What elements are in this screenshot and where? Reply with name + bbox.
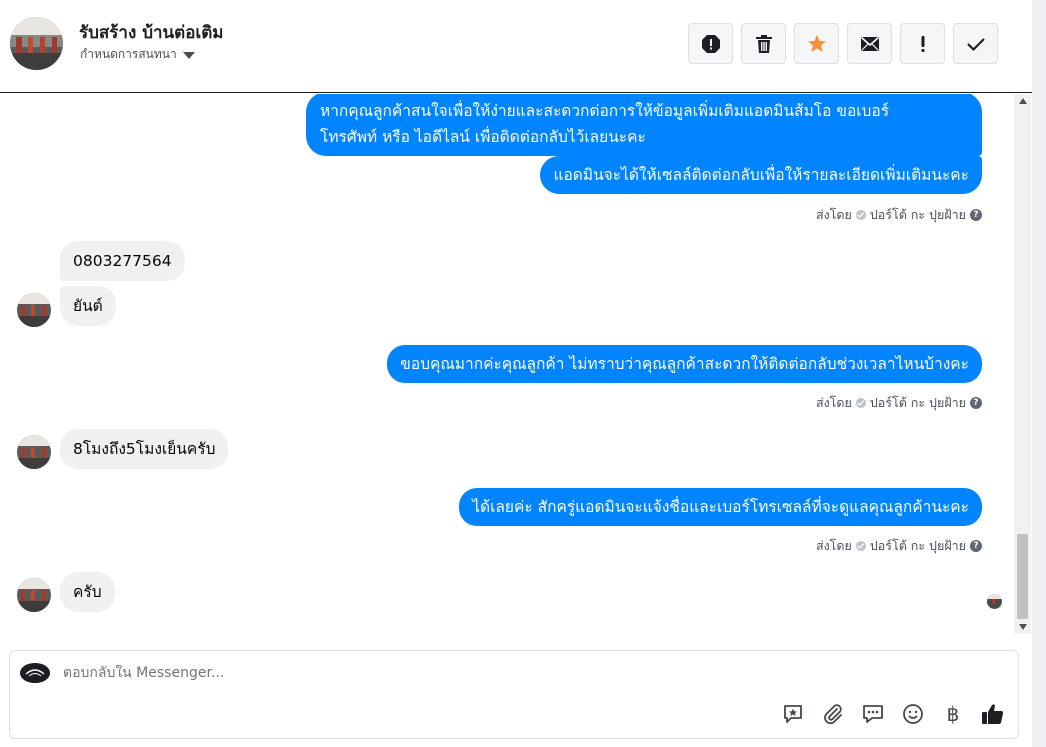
delete-button[interactable] (741, 23, 786, 64)
composer-actions: ฿ (780, 701, 1006, 727)
exclamation-icon (921, 35, 924, 52)
attach-button[interactable] (820, 701, 846, 727)
spam-icon (701, 34, 720, 53)
message-outgoing[interactable]: แอดมินจะได้ให้เซลล์ติดต่อกลับเพื่อให้ราย… (540, 156, 982, 194)
message-incoming[interactable]: 8โมงถึง5โมงเย็นครับ (60, 429, 229, 469)
sticker-icon (784, 705, 802, 723)
message-thread[interactable]: หากคุณลูกค้าสนใจเพื่อให้ง่ายและสะดวกต่อก… (0, 94, 1014, 634)
seen-avatar (987, 594, 1002, 609)
sent-by-label: ส่งโดย (815, 395, 852, 410)
attachment-icon (824, 704, 842, 725)
star-icon (807, 34, 826, 52)
sender-name[interactable]: ปอร์โต้ กะ ปุยฝ้าย (870, 205, 966, 225)
mark-done-button[interactable] (953, 23, 998, 64)
payment-button[interactable]: ฿ (940, 701, 966, 727)
sent-by-info: ส่งโดย ปอร์โต้ กะ ปุยฝ้าย ? (816, 205, 982, 225)
sent-by-info: ส่งโดย ปอร์โต้ กะ ปุยฝ้าย ? (816, 393, 982, 413)
baht-icon: ฿ (946, 702, 960, 726)
mark-unread-button[interactable] (847, 23, 892, 64)
like-button[interactable] (980, 701, 1006, 727)
page-mini-avatar (20, 663, 50, 683)
message-outgoing[interactable]: หากคุณลูกค้าสนใจเพื่อให้ง่ายและสะดวกต่อก… (306, 94, 982, 156)
sent-by-label: ส่งโดย (815, 538, 852, 553)
message-outgoing[interactable]: ขอบคุณมากค่ะคุณลูกค้า ไม่ทราบว่าคุณลูกค้… (387, 345, 982, 383)
message-line: โทรศัพท์ หรือ ไอดีไลน์ เพื่อติดต่อกลับไว… (320, 128, 646, 146)
help-icon[interactable]: ? (970, 397, 982, 409)
message-outgoing[interactable]: ได้เลยค่ะ สักครู่แอดมินจะแจ้งชื่อและเบอร… (459, 488, 982, 526)
emoji-icon (903, 704, 923, 724)
page-edge (1032, 0, 1046, 747)
sent-by-info: ส่งโดย ปอร์โต้ กะ ปุยฝ้าย ? (816, 536, 982, 556)
conversation-title: รับสร้าง บ้านต่อเติม (79, 23, 224, 43)
saved-reply-button[interactable] (860, 701, 886, 727)
message-incoming[interactable]: ครับ (60, 572, 115, 612)
message-incoming[interactable]: ยันต์ (60, 286, 116, 326)
page-avatar[interactable] (10, 17, 63, 70)
follow-up-button[interactable] (900, 23, 945, 64)
scroll-down-icon[interactable] (1019, 624, 1027, 630)
conversation-toolbar (688, 23, 998, 64)
scrollbar-thumb[interactable] (1017, 534, 1028, 619)
help-icon[interactable]: ? (970, 540, 982, 552)
trash-icon (755, 34, 772, 53)
schedule-label: กำหนดการสนทนา (80, 47, 177, 61)
conversation-schedule-dropdown[interactable]: กำหนดการสนทนา (80, 45, 195, 64)
thread-scrollbar[interactable] (1014, 94, 1031, 634)
conversation-header: รับสร้าง บ้านต่อเติม กำหนดการสนทนา (0, 0, 1032, 93)
customer-avatar[interactable] (17, 435, 51, 469)
reply-input[interactable] (63, 665, 963, 681)
star-button[interactable] (794, 23, 839, 64)
message-line: หากคุณลูกค้าสนใจเพื่อให้ง่ายและสะดวกต่อก… (320, 102, 890, 120)
sent-by-label: ส่งโดย (815, 207, 852, 222)
check-circle-icon (855, 541, 866, 551)
scroll-up-icon[interactable] (1019, 98, 1027, 104)
help-icon[interactable]: ? (970, 209, 982, 221)
sticker-button[interactable] (780, 701, 806, 727)
sender-name[interactable]: ปอร์โต้ กะ ปุยฝ้าย (870, 536, 966, 556)
spam-button[interactable] (688, 23, 733, 64)
check-circle-icon (855, 210, 866, 220)
saved-reply-icon (863, 705, 883, 723)
reply-composer: ฿ (9, 650, 1019, 739)
sender-name[interactable]: ปอร์โต้ กะ ปุยฝ้าย (870, 393, 966, 413)
emoji-button[interactable] (900, 701, 926, 727)
like-icon (982, 704, 1004, 724)
customer-avatar[interactable] (17, 578, 51, 612)
check-icon (966, 37, 985, 51)
envelope-icon (860, 36, 879, 51)
caret-down-icon (182, 51, 195, 59)
check-circle-icon (855, 398, 866, 408)
message-incoming[interactable]: 0803277564 (60, 241, 185, 281)
customer-avatar[interactable] (17, 293, 51, 327)
